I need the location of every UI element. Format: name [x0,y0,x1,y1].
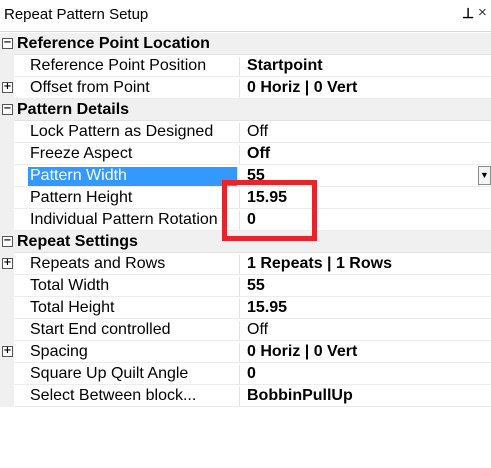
category-label: Pattern Details [17,101,130,118]
category-label: Reference Point Location [17,35,210,52]
property-row-lock-pattern[interactable]: Lock Pattern as Designed Off [0,121,491,143]
close-icon[interactable]: × [478,4,487,21]
property-row-square-up-quilt-angle[interactable]: Square Up Quilt Angle 0 [0,363,491,385]
expand-icon[interactable]: + [2,346,13,357]
category-label: Repeat Settings [17,233,138,250]
property-value[interactable]: 55 [247,167,265,185]
property-row-spacing[interactable]: + Spacing 0 Horiz | 0 Vert [0,341,491,363]
pin-icon[interactable]: ⊥ [462,5,474,22]
property-value[interactable]: 15.95 [247,189,287,207]
property-row-offset-from-point[interactable]: + Offset from Point 0 Horiz | 0 Vert [0,77,491,99]
collapse-icon[interactable]: − [2,38,13,49]
property-value[interactable]: Startpoint [247,57,323,75]
property-name: Spacing [30,343,240,363]
property-name: Square Up Quilt Angle [30,365,240,385]
property-name: Repeats and Rows [30,255,240,275]
property-name: Total Width [30,277,240,297]
expand-icon[interactable]: + [2,82,13,93]
panel-title: Repeat Pattern Setup [4,6,149,23]
property-name: Pattern Width [28,167,238,187]
property-grid: − Reference Point Location Reference Poi… [0,33,491,407]
property-value[interactable]: 1 Repeats | 1 Rows [247,255,392,273]
property-name: Select Between block... [30,387,240,407]
property-value[interactable]: 0 Horiz | 0 Vert [247,79,357,97]
property-row-repeats-and-rows[interactable]: + Repeats and Rows 1 Repeats | 1 Rows [0,253,491,275]
property-row-total-width[interactable]: Total Width 55 [0,275,491,297]
property-value[interactable]: Off [247,145,270,163]
property-value[interactable]: 0 [247,211,256,229]
property-name: Start End controlled [30,321,240,341]
property-name: Freeze Aspect [30,145,240,165]
property-row-reference-point-position[interactable]: Reference Point Position Startpoint [0,55,491,77]
property-name: Reference Point Position [30,57,240,77]
category-reference-point-location[interactable]: − Reference Point Location [0,33,491,55]
property-value[interactable]: 0 [247,365,256,383]
collapse-icon[interactable]: − [2,236,13,247]
property-name: Pattern Height [30,189,240,209]
property-value[interactable]: 15.95 [247,299,287,317]
property-name: Total Height [30,299,240,319]
dropdown-arrow-icon[interactable]: ▼ [478,166,491,185]
property-value[interactable]: Off [247,321,268,339]
property-row-pattern-height[interactable]: Pattern Height 15.95 [0,187,491,209]
collapse-icon[interactable]: − [2,104,13,115]
category-pattern-details[interactable]: − Pattern Details [0,99,491,121]
property-row-select-between-blocks[interactable]: Select Between block... BobbinPullUp [0,385,491,407]
category-repeat-settings[interactable]: − Repeat Settings [0,231,491,253]
property-row-pattern-width[interactable]: Pattern Width 55 ▼ [0,165,491,187]
expand-icon[interactable]: + [2,258,13,269]
property-name: Lock Pattern as Designed [30,123,240,143]
panel-titlebar: Repeat Pattern Setup ⊥ × [0,0,491,32]
property-row-freeze-aspect[interactable]: Freeze Aspect Off [0,143,491,165]
property-name: Individual Pattern Rotation [30,211,240,231]
property-value[interactable]: BobbinPullUp [247,387,353,405]
property-value[interactable]: 55 [247,277,265,295]
property-row-start-end-controlled[interactable]: Start End controlled Off [0,319,491,341]
property-value[interactable]: Off [247,123,268,141]
property-value[interactable]: 0 Horiz | 0 Vert [247,343,357,361]
property-name: Offset from Point [30,79,240,99]
property-row-total-height[interactable]: Total Height 15.95 [0,297,491,319]
property-row-individual-rotation[interactable]: Individual Pattern Rotation 0 [0,209,491,231]
